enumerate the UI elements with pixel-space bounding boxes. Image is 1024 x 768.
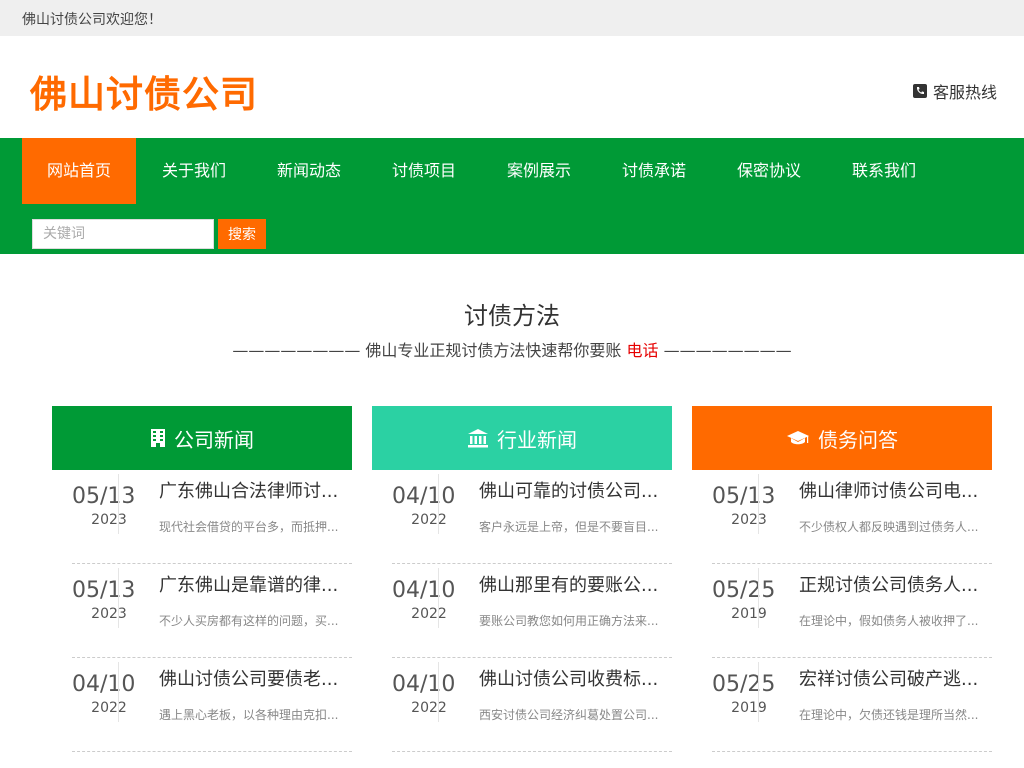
list-item[interactable]: 04/10 2022 佛山可靠的讨债公司... 客户永远是上帝，但是不要盲目..…: [392, 470, 672, 564]
column-title: 公司新闻: [174, 427, 254, 452]
column-company-news: 公司新闻 05/13 2023 广东佛山合法律师讨... 现代社会借贷的平台多，…: [52, 406, 352, 752]
item-desc: 遇上黑心老板，以各种理由克扣...: [159, 708, 339, 722]
column-header[interactable]: 债务问答: [692, 406, 992, 470]
list-item[interactable]: 05/25 2019 宏祥讨债公司破产逃... 在理论中，欠债还钱是理所当然..…: [712, 658, 992, 752]
nav-about[interactable]: 关于我们: [137, 138, 251, 204]
item-title[interactable]: 广东佛山是靠谱的律...: [159, 571, 349, 597]
item-year: 2022: [411, 606, 447, 622]
list-item[interactable]: 04/10 2022 佛山讨债公司要债老... 遇上黑心老板，以各种理由克扣..…: [72, 658, 352, 752]
item-desc: 客户永远是上帝，但是不要盲目...: [479, 520, 659, 534]
item-date: 04/10: [72, 672, 136, 697]
main-nav: 网站首页 关于我们 新闻动态 讨债项目 案例展示 讨债承诺 保密协议 联系我们 …: [0, 138, 1024, 254]
column-title: 债务问答: [818, 427, 898, 452]
building-icon: [150, 428, 166, 448]
item-date: 05/25: [712, 672, 776, 697]
section-title: 讨债方法: [464, 302, 560, 330]
item-year: 2023: [731, 512, 767, 528]
item-year: 2023: [91, 606, 127, 622]
hotline-label: 客服热线: [932, 83, 997, 102]
search-button[interactable]: 搜索: [218, 219, 266, 249]
column-header[interactable]: 公司新闻: [52, 406, 352, 470]
item-title[interactable]: 宏祥讨债公司破产逃...: [799, 665, 989, 691]
header: 佛山讨债公司 客服热线: [0, 36, 1024, 138]
divider: [118, 568, 119, 628]
nav-news[interactable]: 新闻动态: [252, 138, 366, 204]
item-title[interactable]: 佛山那里有的要账公...: [479, 571, 669, 597]
graduation-cap-icon: [786, 429, 810, 447]
item-desc: 在理论中，假如债务人被收押了...: [799, 614, 979, 628]
item-desc: 现代社会借贷的平台多，而抵押...: [159, 520, 339, 534]
divider: [118, 662, 119, 722]
column-header[interactable]: 行业新闻: [372, 406, 672, 470]
item-date: 04/10: [392, 484, 456, 509]
welcome-text: 佛山讨债公司欢迎您！: [22, 12, 162, 28]
divider: [758, 568, 759, 628]
column-title: 行业新闻: [497, 427, 577, 452]
nav-privacy[interactable]: 保密协议: [712, 138, 826, 204]
item-title[interactable]: 佛山讨债公司收费标...: [479, 665, 669, 691]
nav-promise[interactable]: 讨债承诺: [597, 138, 711, 204]
nav-cases[interactable]: 案例展示: [482, 138, 596, 204]
item-year: 2019: [731, 606, 767, 622]
item-desc: 西安讨债公司经济纠葛处置公司...: [479, 708, 659, 722]
list-item[interactable]: 04/10 2022 佛山讨债公司收费标... 西安讨债公司经济纠葛处置公司..…: [392, 658, 672, 752]
divider: [438, 662, 439, 722]
subtitle-line: ————————: [663, 341, 792, 360]
item-title[interactable]: 佛山可靠的讨债公司...: [479, 477, 669, 503]
item-date: 04/10: [392, 672, 456, 697]
item-title[interactable]: 广东佛山合法律师讨...: [159, 477, 349, 503]
item-desc: 不少债权人都反映遇到过债务人...: [799, 520, 979, 534]
divider: [758, 662, 759, 722]
divider: [118, 474, 119, 534]
item-date: 05/13: [72, 484, 136, 509]
list-item[interactable]: 05/13 2023 佛山律师讨债公司电... 不少债权人都反映遇到过债务人..…: [712, 470, 992, 564]
item-date: 05/13: [712, 484, 776, 509]
list-item[interactable]: 05/13 2023 广东佛山是靠谱的律... 不少人买房都有这样的问题，买..…: [72, 564, 352, 658]
item-year: 2022: [411, 512, 447, 528]
top-bar: 佛山讨债公司欢迎您！: [0, 0, 1024, 36]
divider: [758, 474, 759, 534]
item-year: 2022: [411, 700, 447, 716]
divider: [438, 474, 439, 534]
list-item[interactable]: 05/13 2023 广东佛山合法律师讨... 现代社会借贷的平台多，而抵押..…: [72, 470, 352, 564]
item-year: 2023: [91, 512, 127, 528]
item-title[interactable]: 佛山讨债公司要债老...: [159, 665, 349, 691]
divider: [438, 568, 439, 628]
list-item[interactable]: 05/25 2019 正规讨债公司债务人... 在理论中，假如债务人被收押了..…: [712, 564, 992, 658]
item-title[interactable]: 正规讨债公司债务人...: [799, 571, 989, 597]
nav-home[interactable]: 网站首页: [22, 138, 136, 204]
item-year: 2019: [731, 700, 767, 716]
nav-projects[interactable]: 讨债项目: [367, 138, 481, 204]
item-year: 2022: [91, 700, 127, 716]
item-date: 04/10: [392, 578, 456, 603]
phone-icon: [912, 84, 927, 98]
subtitle-phone-link[interactable]: 电话: [627, 341, 659, 360]
column-debt-qa: 债务问答 05/13 2023 佛山律师讨债公司电... 不少债权人都反映遇到过…: [692, 406, 992, 752]
item-desc: 在理论中，欠债还钱是理所当然...: [799, 708, 979, 722]
hotline[interactable]: 客服热线: [912, 79, 997, 103]
bank-icon: [467, 428, 489, 448]
section-subtitle: ———————— 佛山专业正规讨债方法快速帮你要账 电话 ————————: [0, 337, 1024, 361]
subtitle-text: ———————— 佛山专业正规讨债方法快速帮你要账: [232, 341, 622, 360]
item-desc: 不少人买房都有这样的问题，买...: [159, 614, 339, 628]
item-date: 05/25: [712, 578, 776, 603]
nav-contact[interactable]: 联系我们: [827, 138, 941, 204]
item-date: 05/13: [72, 578, 136, 603]
list-item[interactable]: 04/10 2022 佛山那里有的要账公... 要账公司教您如何用正确方法来..…: [392, 564, 672, 658]
item-title[interactable]: 佛山律师讨债公司电...: [799, 477, 989, 503]
column-industry-news: 行业新闻 04/10 2022 佛山可靠的讨债公司... 客户永远是上帝，但是不…: [372, 406, 672, 752]
item-desc: 要账公司教您如何用正确方法来...: [479, 614, 659, 628]
site-logo[interactable]: 佛山讨债公司: [30, 64, 258, 118]
search-input[interactable]: [32, 219, 214, 249]
